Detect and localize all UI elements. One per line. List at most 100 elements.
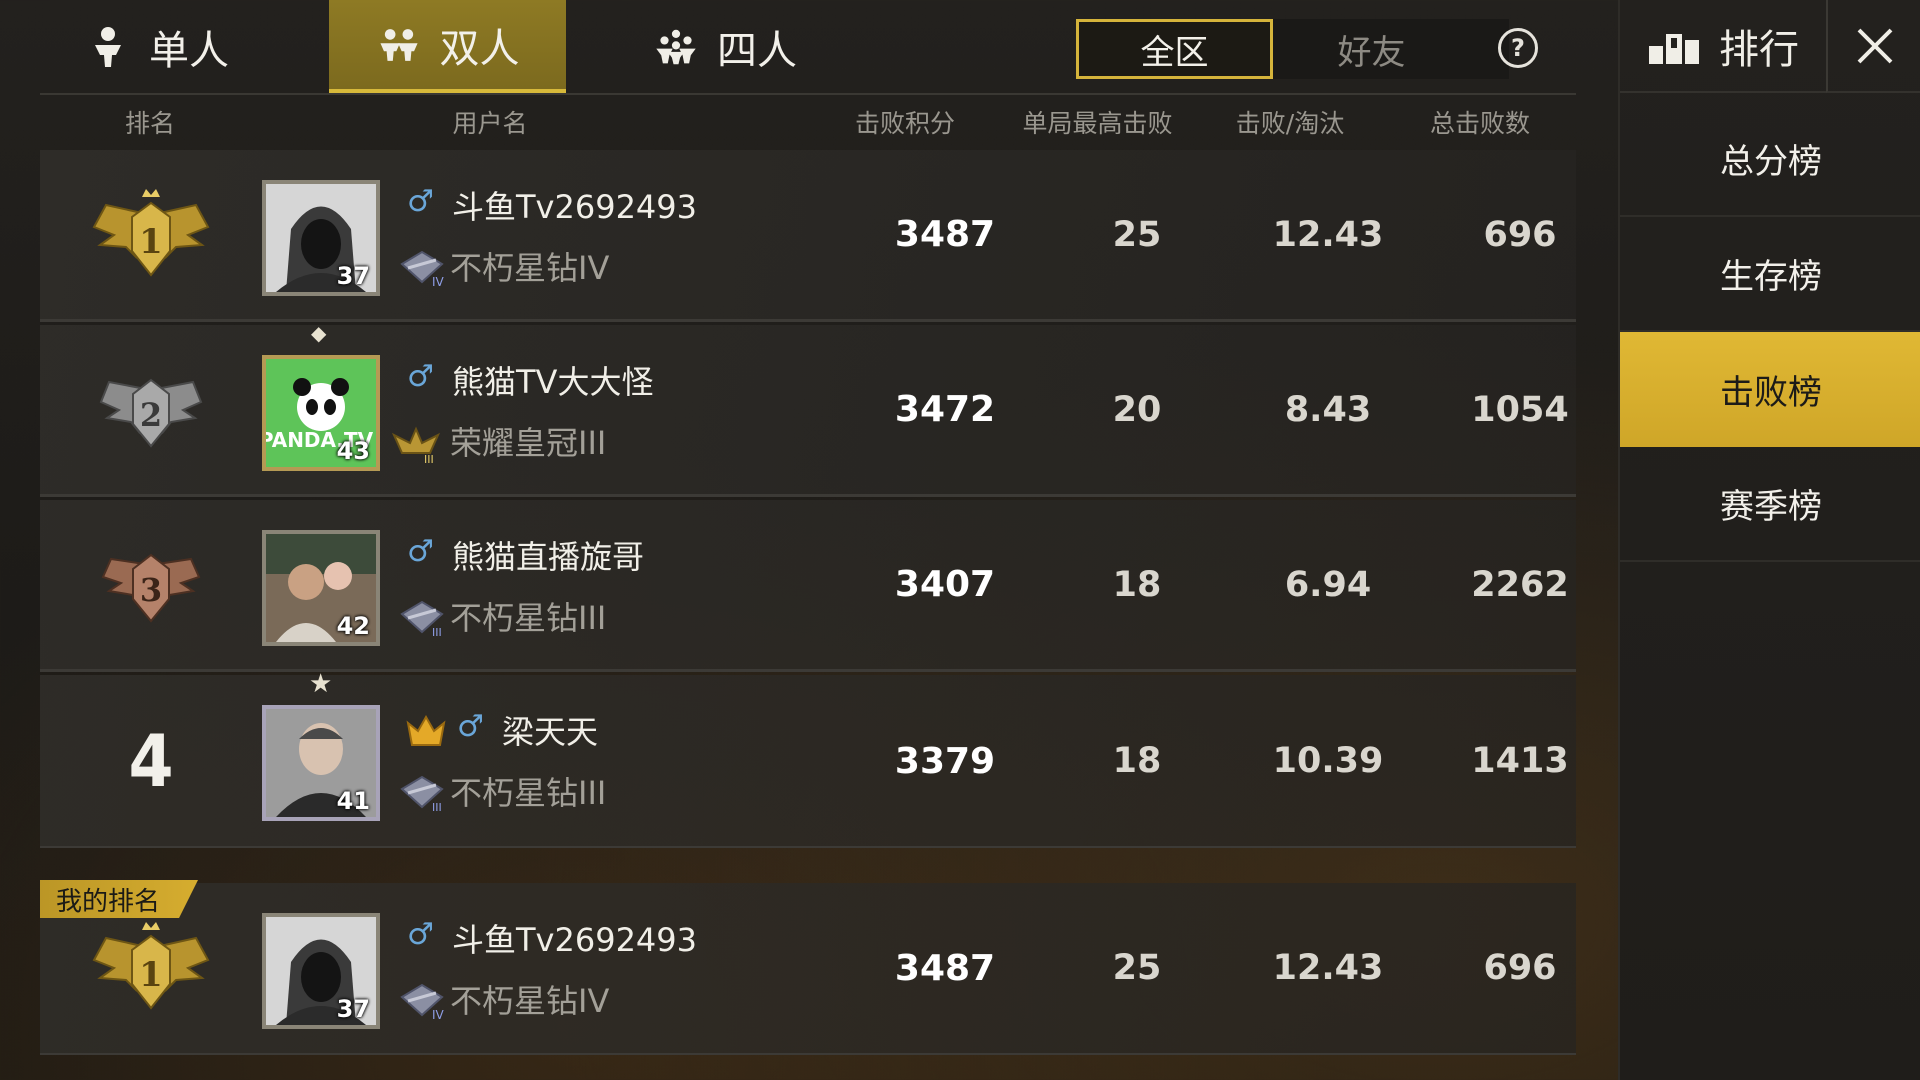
player-name: 斗鱼Tv2692493 [452, 188, 698, 226]
diamond-tier-icon: III [400, 775, 444, 813]
rank-number-text: 2 [140, 396, 162, 434]
tab-solo-label: 单人 [149, 27, 229, 74]
player-level: 43 [336, 437, 370, 465]
score-value: 3487 [894, 214, 996, 255]
total-kills-value: 1054 [1471, 389, 1569, 430]
column-header-score: 击败积分 [854, 109, 955, 138]
player-name: 斗鱼Tv2692493 [452, 921, 698, 959]
tier-name: 不朽星钻III [450, 774, 607, 812]
player-level: 41 [336, 787, 370, 815]
diamond-tier-icon: IV [400, 983, 445, 1021]
max-kills-value: 25 [1112, 214, 1162, 255]
rank-badge-silver: 2 [40, 325, 262, 494]
ratio-value: 8.43 [1284, 389, 1372, 430]
bronze-wings-rank-icon: 3 [101, 553, 201, 623]
score-value: 3407 [894, 564, 996, 605]
my-rank-row[interactable]: 1 37 ♂ 斗鱼Tv2692493 IV 不朽星钻IV 3487 25 12.… [40, 883, 1576, 1055]
svg-text:IV: IV [432, 1008, 445, 1021]
crown-vip-icon [406, 715, 446, 746]
player-name: 熊猫直播旋哥 [452, 538, 645, 576]
player-level: 37 [336, 995, 370, 1023]
rank-badge-gold: 1 [40, 150, 262, 319]
column-header-max-kills: 单局最高击败 [1022, 109, 1173, 138]
board-survival[interactable]: 生存榜 [1620, 217, 1920, 332]
avatar-frame-ornament-icon: ◆ [311, 321, 327, 345]
ratio-value: 12.43 [1272, 948, 1384, 988]
leaderboard-side-panel: 排行 总分榜 生存榜 击败榜 赛季榜 [1618, 0, 1920, 1080]
diamond-tier-icon: IV [400, 250, 445, 288]
avatar[interactable]: 37 [262, 180, 380, 296]
avatar[interactable]: 42 [262, 530, 380, 646]
tab-duo[interactable]: 双人 [329, 0, 566, 93]
tier-name: 不朽星钻III [450, 599, 607, 637]
male-gender-icon: ♂ [407, 184, 434, 219]
male-gender-icon: ♂ [457, 709, 484, 744]
table-row[interactable]: 1 37 ♂ 斗鱼Tv2692493 IV 不朽星钻IV 3487 25 12.… [40, 150, 1576, 322]
avatar[interactable]: 41 [262, 705, 380, 821]
column-header-total-kills: 总击败数 [1429, 109, 1530, 138]
max-kills-value: 25 [1112, 948, 1162, 988]
max-kills-value: 18 [1112, 741, 1162, 781]
avatar[interactable]: PANDA.TV 43 [262, 355, 380, 471]
tab-squad[interactable]: 四人 [600, 0, 850, 93]
close-button[interactable] [1826, 0, 1920, 93]
column-header-ratio: 击败/淘汰 [1235, 109, 1345, 138]
board-total-score[interactable]: 总分榜 [1620, 102, 1920, 217]
tab-duo-label: 双人 [439, 25, 520, 72]
board-kills[interactable]: 击败榜 [1620, 332, 1920, 447]
male-gender-icon: ♂ [407, 534, 434, 569]
score-value: 3472 [894, 389, 996, 430]
ratio-value: 6.94 [1284, 564, 1372, 605]
tier-name: 不朽星钻IV [450, 982, 610, 1020]
solo-person-icon [95, 26, 121, 67]
svg-text:III: III [432, 801, 442, 813]
score-value: 3379 [894, 740, 996, 782]
gold-wings-rank-icon: 1 [92, 922, 210, 1010]
player-name: 熊猫TV大大怪 [452, 363, 654, 401]
svg-text:III: III [432, 626, 442, 638]
table-row[interactable]: 3 42 ♂ 熊猫直播旋哥 III 不朽星钻III 3407 18 6.94 2… [40, 500, 1576, 672]
tab-solo[interactable]: 单人 [40, 0, 274, 93]
my-rank-label: 我的排名 [40, 880, 198, 918]
avatar-frame-star-icon: ★ [309, 669, 333, 699]
list-divider [40, 846, 1576, 848]
svg-text:III: III [424, 453, 434, 463]
gold-wings-rank-icon: 1 [92, 188, 210, 277]
max-kills-value: 18 [1112, 564, 1162, 605]
male-gender-icon: ♂ [407, 917, 434, 952]
ratio-value: 12.43 [1272, 214, 1384, 255]
help-icon[interactable]: ? [1498, 28, 1538, 68]
table-row[interactable]: 4 ★ 41 ♂ 梁天天 III 不朽星钻III 3379 18 10.39 1… [40, 669, 1576, 847]
column-header-rank: 排名 [124, 109, 175, 138]
region-all-button[interactable]: 全区 [1076, 19, 1273, 79]
player-level: 42 [336, 612, 370, 640]
total-kills-value: 1413 [1471, 741, 1569, 781]
max-kills-value: 20 [1112, 389, 1162, 430]
tab-squad-label: 四人 [717, 27, 797, 74]
male-gender-icon: ♂ [407, 359, 434, 394]
total-kills-value: 696 [1483, 214, 1557, 255]
squad-persons-icon [656, 29, 696, 64]
column-header-username: 用户名 [452, 109, 528, 138]
player-level: 37 [336, 262, 370, 290]
score-value: 3487 [894, 947, 996, 989]
board-season[interactable]: 赛季榜 [1620, 447, 1920, 562]
avatar[interactable]: 37 [262, 913, 380, 1029]
table-row[interactable]: 2 ◆ PANDA.TV 43 ♂ 熊猫TV大大怪 III 荣耀皇冠III 34… [40, 321, 1576, 497]
rank-number-text: 3 [140, 571, 162, 609]
rank-badge-bronze: 3 [40, 500, 262, 669]
duo-persons-icon [379, 28, 418, 61]
rank-number: 4 [128, 719, 174, 803]
svg-text:IV: IV [432, 275, 445, 288]
close-icon [1857, 28, 1893, 63]
rank-cell: 4 [40, 675, 262, 847]
diamond-tier-icon: III [400, 600, 444, 638]
rank-number-text: 1 [139, 222, 163, 262]
tier-name: 不朽星钻IV [450, 249, 610, 287]
rank-number-text: 1 [139, 955, 163, 995]
podium-icon [1649, 33, 1699, 64]
ranking-title: 排行 [1719, 26, 1799, 73]
tier-name: 荣耀皇冠III [450, 424, 607, 462]
region-filter: 全区 好友 [1076, 19, 1509, 79]
region-friends-button[interactable]: 好友 [1273, 19, 1470, 79]
